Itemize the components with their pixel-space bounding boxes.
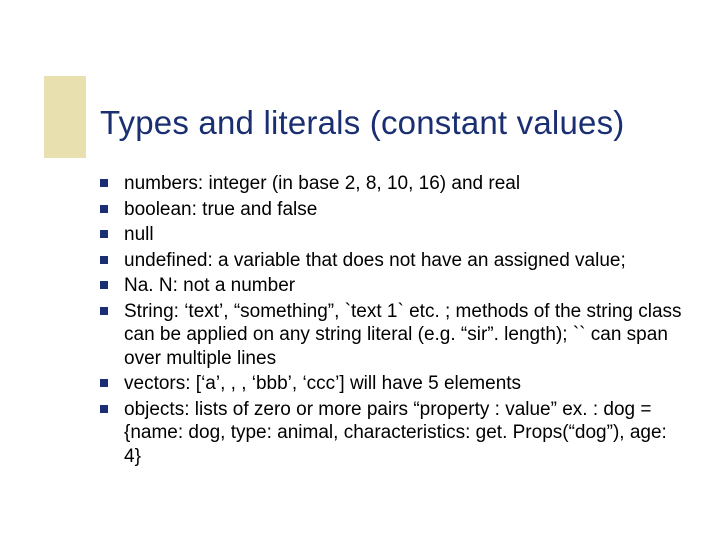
list-item: undefined: a variable that does not have… — [100, 249, 684, 273]
list-item-text: undefined: a variable that does not have… — [124, 249, 684, 273]
list-item-text: boolean: true and false — [124, 198, 684, 222]
bullet-icon — [100, 372, 124, 387]
list-item: objects: lists of zero or more pairs “pr… — [100, 398, 684, 469]
list-item: vectors: [‘a’, , , ‘bbb’, ‘ccc’] will ha… — [100, 372, 684, 396]
list-item-text: Na. N: not a number — [124, 274, 684, 298]
list-item-text: null — [124, 223, 684, 247]
bullet-list: numbers: integer (in base 2, 8, 10, 16) … — [100, 172, 684, 471]
bullet-icon — [100, 398, 124, 413]
list-item: numbers: integer (in base 2, 8, 10, 16) … — [100, 172, 684, 196]
list-item: null — [100, 223, 684, 247]
bullet-icon — [100, 198, 124, 213]
list-item-text: numbers: integer (in base 2, 8, 10, 16) … — [124, 172, 684, 196]
list-item: String: ‘text’, “something”, `text 1` et… — [100, 300, 684, 371]
bullet-icon — [100, 274, 124, 289]
bullet-icon — [100, 223, 124, 238]
list-item-text: objects: lists of zero or more pairs “pr… — [124, 398, 684, 469]
slide-title: Types and literals (constant values) — [100, 104, 624, 142]
list-item-text: String: ‘text’, “something”, `text 1` et… — [124, 300, 684, 371]
slide: Types and literals (constant values) num… — [0, 0, 720, 540]
list-item-text: vectors: [‘a’, , , ‘bbb’, ‘ccc’] will ha… — [124, 372, 684, 396]
bullet-icon — [100, 172, 124, 187]
list-item: Na. N: not a number — [100, 274, 684, 298]
bullet-icon — [100, 300, 124, 315]
bullet-icon — [100, 249, 124, 264]
decorative-block — [44, 76, 86, 158]
list-item: boolean: true and false — [100, 198, 684, 222]
